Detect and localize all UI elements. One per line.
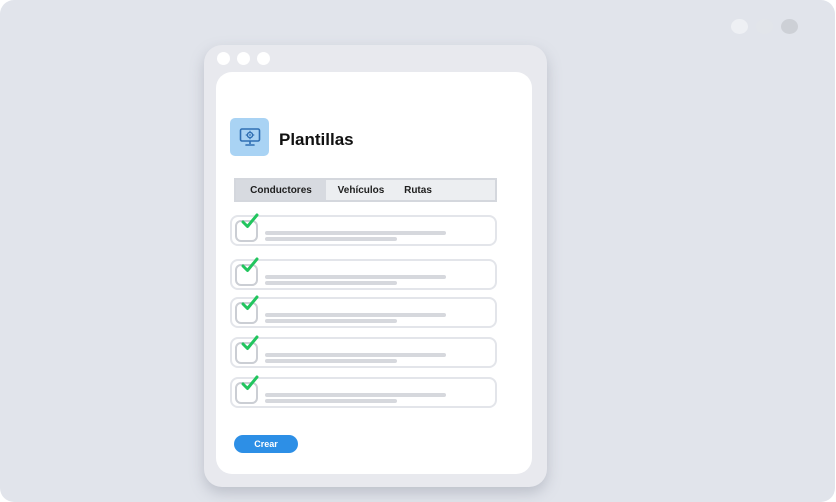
create-button[interactable]: Crear <box>234 435 298 453</box>
tab-rutas[interactable]: Rutas <box>396 180 440 200</box>
window-dot <box>731 19 748 34</box>
checkmark-icon <box>241 213 259 228</box>
list-item[interactable] <box>230 257 497 290</box>
placeholder-line <box>265 393 446 397</box>
window-dot <box>756 19 773 34</box>
minimize-dot[interactable] <box>237 52 250 65</box>
placeholder-line <box>265 319 397 323</box>
background-window-controls <box>731 19 798 34</box>
list-item[interactable] <box>230 335 497 368</box>
list-item[interactable] <box>230 375 497 408</box>
checkmark-icon <box>241 295 259 310</box>
list-item[interactable] <box>230 213 497 246</box>
checkbox[interactable] <box>235 257 259 286</box>
placeholder-line <box>265 275 446 279</box>
close-dot[interactable] <box>217 52 230 65</box>
monitor-gear-icon <box>230 118 269 156</box>
checkbox[interactable] <box>235 295 259 324</box>
tab-vehiculos[interactable]: Vehículos <box>326 180 396 200</box>
checkbox[interactable] <box>235 335 259 364</box>
checkbox[interactable] <box>235 375 259 404</box>
placeholder-line <box>265 399 397 403</box>
checkmark-icon <box>241 335 259 350</box>
checkbox[interactable] <box>235 213 259 242</box>
app-window: Plantillas Conductores Vehículos Rutas C… <box>204 45 547 487</box>
page-title: Plantillas <box>279 130 354 149</box>
placeholder-line <box>265 237 397 241</box>
window-controls <box>217 52 270 65</box>
placeholder-line <box>265 281 397 285</box>
placeholder-line <box>265 353 446 357</box>
tab-conductores[interactable]: Conductores <box>236 180 326 200</box>
placeholder-line <box>265 313 446 317</box>
list-item[interactable] <box>230 295 497 328</box>
checkmark-icon <box>241 257 259 272</box>
checkmark-icon <box>241 375 259 390</box>
content-panel: Plantillas Conductores Vehículos Rutas C… <box>216 72 532 474</box>
maximize-dot[interactable] <box>257 52 270 65</box>
placeholder-line <box>265 231 446 235</box>
tab-bar: Conductores Vehículos Rutas <box>234 178 497 202</box>
placeholder-line <box>265 359 397 363</box>
window-dot <box>781 19 798 34</box>
